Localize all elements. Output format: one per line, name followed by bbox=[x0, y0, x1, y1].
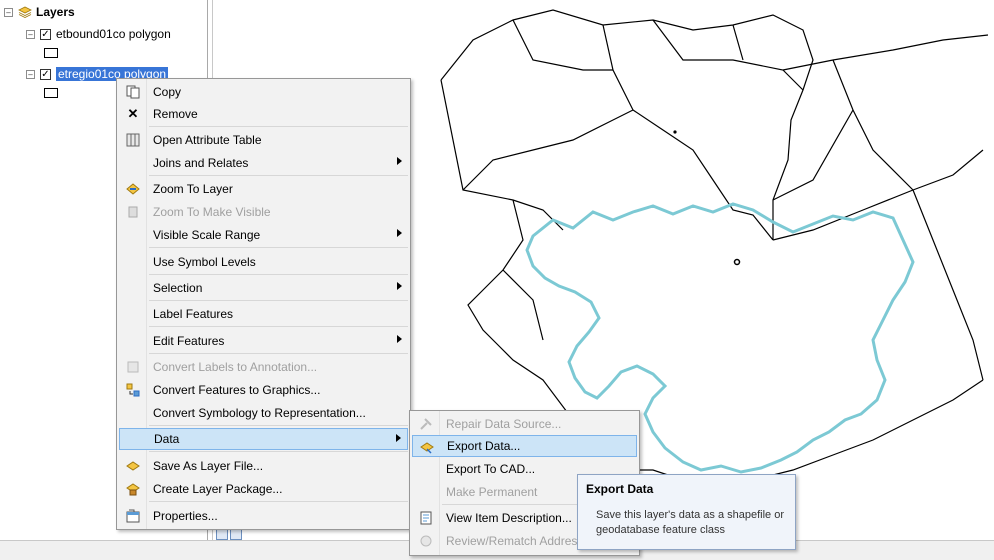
collapse-icon[interactable]: – bbox=[26, 29, 35, 39]
menu-item-label: Open Attribute Table bbox=[153, 133, 262, 147]
layer-symbol-swatch[interactable] bbox=[44, 48, 58, 58]
menu-item-label: Label Features bbox=[153, 307, 234, 321]
menu-item-label: Make Permanent bbox=[446, 485, 538, 499]
layer-visibility-checkbox[interactable]: ✓ bbox=[40, 28, 51, 40]
layers-root-label: Layers bbox=[36, 5, 75, 19]
submenu-arrow-icon bbox=[397, 157, 402, 165]
layer-row-etbound[interactable]: – ✓ etbound01co polygon bbox=[26, 25, 171, 43]
export-data-icon bbox=[419, 439, 435, 455]
menu-item-label: Convert Labels to Annotation... bbox=[153, 360, 318, 374]
menu-separator bbox=[149, 326, 408, 327]
remove-icon: ✕ bbox=[127, 106, 139, 121]
menu-separator bbox=[149, 501, 408, 502]
collapse-icon[interactable]: – bbox=[4, 7, 13, 17]
zoom-to-visible-icon bbox=[125, 204, 141, 220]
menu-item-use-symbol-levels[interactable]: Use Symbol Levels bbox=[119, 251, 408, 273]
toc-tab-strip bbox=[216, 528, 242, 542]
menu-item-selection[interactable]: Selection bbox=[119, 277, 408, 299]
convert-graphics-icon bbox=[125, 382, 141, 398]
menu-item-convert-features-to-graphics[interactable]: Convert Features to Graphics... bbox=[119, 379, 408, 401]
menu-separator bbox=[149, 425, 408, 426]
menu-item-convert-symbology-to-representation[interactable]: Convert Symbology to Representation... bbox=[119, 402, 408, 424]
layer-context-menu: Copy ✕ Remove Open Attribute Table Joins… bbox=[116, 78, 411, 530]
menu-item-label: Remove bbox=[153, 107, 198, 121]
menu-item-label: Convert Features to Graphics... bbox=[153, 383, 321, 397]
menu-separator bbox=[149, 353, 408, 354]
copy-icon bbox=[125, 84, 141, 100]
layers-root-row[interactable]: – Layers bbox=[4, 3, 75, 21]
repair-icon bbox=[418, 416, 434, 432]
submenu-arrow-icon bbox=[396, 434, 401, 442]
menu-item-label: Export Data... bbox=[447, 439, 521, 453]
menu-item-data[interactable]: Data bbox=[119, 428, 408, 450]
menu-item-label: Save As Layer File... bbox=[153, 459, 264, 473]
tooltip-description: Save this layer's data as a shapefile or… bbox=[596, 509, 784, 536]
menu-item-label: Joins and Relates bbox=[153, 156, 249, 170]
menu-item-label-features[interactable]: Label Features bbox=[119, 303, 408, 325]
menu-item-copy[interactable]: Copy bbox=[119, 81, 408, 103]
export-data-tooltip: Export Data Save this layer's data as a … bbox=[577, 474, 796, 550]
menu-item-label: Repair Data Source... bbox=[446, 417, 562, 431]
submenu-arrow-icon bbox=[397, 335, 402, 343]
menu-item-label: Visible Scale Range bbox=[153, 228, 261, 242]
submenu-arrow-icon bbox=[397, 282, 402, 290]
rematch-icon bbox=[418, 533, 434, 549]
menu-item-zoom-to-make-visible: Zoom To Make Visible bbox=[119, 201, 408, 223]
menu-item-label: Copy bbox=[153, 85, 182, 99]
layer-package-icon bbox=[125, 481, 141, 497]
table-icon bbox=[125, 132, 141, 148]
menu-separator bbox=[149, 300, 408, 301]
zoom-to-layer-icon bbox=[125, 181, 141, 197]
menu-separator bbox=[149, 126, 408, 127]
map-point bbox=[673, 130, 677, 134]
submenu-arrow-icon bbox=[397, 229, 402, 237]
properties-icon bbox=[125, 508, 141, 524]
submenu-item-repair-data-source: Repair Data Source... bbox=[412, 413, 637, 435]
menu-item-convert-labels-to-annotation: Convert Labels to Annotation... bbox=[119, 356, 408, 378]
menu-item-label: Selection bbox=[153, 281, 203, 295]
menu-item-edit-features[interactable]: Edit Features bbox=[119, 330, 408, 352]
menu-item-label: Convert Symbology to Representation... bbox=[153, 406, 366, 420]
menu-item-remove[interactable]: ✕ Remove bbox=[119, 103, 408, 125]
submenu-item-export-data[interactable]: Export Data... bbox=[412, 435, 637, 457]
convert-labels-icon bbox=[125, 359, 141, 375]
tooltip-title: Export Data bbox=[586, 482, 654, 496]
menu-item-label: Properties... bbox=[153, 509, 218, 523]
menu-separator bbox=[149, 247, 408, 248]
menu-item-label: Use Symbol Levels bbox=[153, 255, 256, 269]
menu-item-label: View Item Description... bbox=[446, 511, 572, 525]
collapse-icon[interactable]: – bbox=[26, 69, 35, 79]
layer-visibility-checkbox[interactable]: ✓ bbox=[40, 68, 51, 80]
menu-item-properties[interactable]: Properties... bbox=[119, 505, 408, 527]
menu-item-label: Zoom To Make Visible bbox=[153, 205, 271, 219]
menu-item-save-as-layer-file[interactable]: Save As Layer File... bbox=[119, 455, 408, 477]
layer-file-icon bbox=[125, 458, 141, 474]
menu-separator bbox=[149, 274, 408, 275]
menu-item-label: Data bbox=[154, 432, 180, 446]
map-point bbox=[733, 258, 741, 266]
layer-name[interactable]: etbound01co polygon bbox=[56, 27, 171, 41]
menu-separator bbox=[149, 451, 408, 452]
menu-item-joins-and-relates[interactable]: Joins and Relates bbox=[119, 152, 408, 174]
menu-item-open-attribute-table[interactable]: Open Attribute Table bbox=[119, 129, 408, 151]
menu-item-visible-scale-range[interactable]: Visible Scale Range bbox=[119, 224, 408, 246]
layer-symbol-swatch[interactable] bbox=[44, 88, 58, 98]
menu-item-create-layer-package[interactable]: Create Layer Package... bbox=[119, 478, 408, 500]
menu-item-label: Zoom To Layer bbox=[153, 182, 233, 196]
item-description-icon bbox=[418, 510, 434, 526]
menu-item-label: Export To CAD... bbox=[446, 462, 536, 476]
menu-item-label: Create Layer Package... bbox=[153, 482, 283, 496]
menu-separator bbox=[149, 175, 408, 176]
menu-item-label: Edit Features bbox=[153, 334, 225, 348]
menu-item-zoom-to-layer[interactable]: Zoom To Layer bbox=[119, 178, 408, 200]
layers-stack-icon bbox=[18, 6, 32, 18]
